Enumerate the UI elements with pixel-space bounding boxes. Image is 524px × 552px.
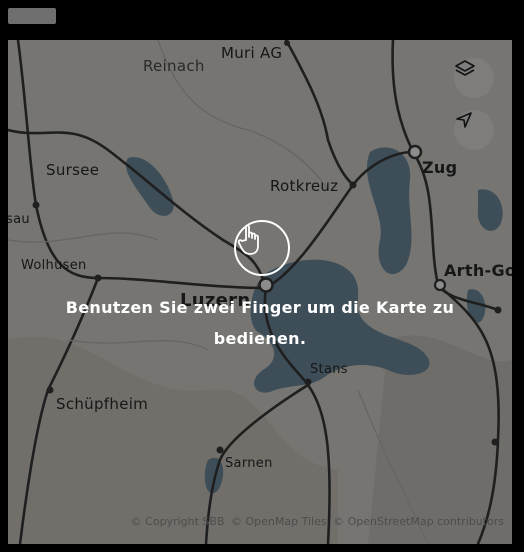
two-finger-hint-text: Benutzen Sie zwei Finger um die Karte zu… <box>65 298 455 348</box>
two-finger-hint: Benutzen Sie zwei Finger um die Karte zu… <box>8 292 512 354</box>
map-viewport[interactable]: Muri AG Reinach Sursee Rotkreuz Zug sau … <box>8 40 512 544</box>
top-bar-placeholder <box>8 8 56 24</box>
hand-pointer-icon <box>234 220 290 276</box>
